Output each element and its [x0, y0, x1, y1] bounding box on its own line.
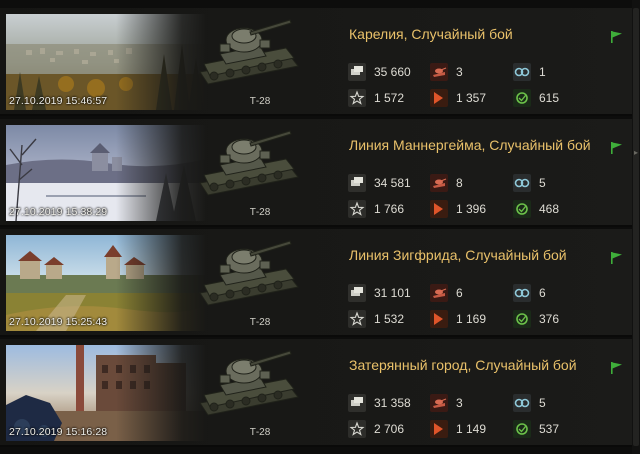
spotted-value: 5 [539, 176, 546, 190]
tank-name: Т-28 [249, 96, 271, 107]
damage-value: 1 169 [456, 312, 487, 326]
map-thumbnail: 27.10.2019 15:25:43 [6, 235, 206, 331]
spotted-value: 5 [539, 396, 546, 410]
credits-value: 31 101 [374, 286, 411, 300]
assist-icon [513, 89, 531, 107]
assist-value: 376 [539, 312, 560, 326]
damage-value: 1 149 [456, 422, 487, 436]
spotted-icon [513, 174, 531, 192]
tank-name: Т-28 [249, 317, 271, 328]
damage-icon [430, 200, 448, 218]
battle-title: Карелия, Случайный бой [349, 26, 513, 42]
tank-name: Т-28 [249, 427, 271, 438]
battle-datetime: 27.10.2019 15:38:29 [9, 206, 108, 218]
battle-datetime: 27.10.2019 15:25:43 [9, 316, 108, 328]
battle-row[interactable]: 27.10.2019 15:25:43 Т-28 Линия Зигфрида,… [0, 229, 632, 337]
battle-title: Затерянный город, Случайный бой [349, 357, 577, 373]
battle-list: 27.10.2019 15:46:57 Т-28 Карелия, Случай… [0, 0, 632, 454]
xp-value: 1 532 [374, 312, 405, 326]
tank-icon [199, 19, 299, 85]
assist-icon [513, 200, 531, 218]
battle-title: Линия Зигфрида, Случайный бой [349, 247, 567, 263]
tank-destroyed-icon [430, 63, 448, 81]
assist-icon [513, 310, 531, 328]
credits-value: 34 581 [374, 176, 411, 190]
spotted-icon [513, 63, 531, 81]
battle-row[interactable]: 27.10.2019 15:46:57 Т-28 Карелия, Случай… [0, 8, 632, 116]
flag-icon [611, 252, 622, 264]
kills-value: 8 [456, 176, 463, 190]
battle-datetime: 27.10.2019 15:16:28 [9, 426, 108, 438]
spotted-value: 6 [539, 286, 546, 300]
map-thumbnail: 27.10.2019 15:38:29 [6, 125, 206, 221]
damage-value: 1 396 [456, 202, 487, 216]
star-icon [348, 310, 366, 328]
battle-row[interactable]: 27.10.2019 15:38:29 Т-28 Линия Маннергей… [0, 119, 632, 227]
xp-value: 2 706 [374, 422, 405, 436]
spotted-icon [513, 394, 531, 412]
damage-icon [430, 89, 448, 107]
spotted-value: 1 [539, 65, 546, 79]
flag-icon [611, 362, 622, 374]
damage-icon [430, 420, 448, 438]
damage-icon [430, 310, 448, 328]
scrollbar-thumb[interactable] [633, 8, 639, 446]
credits-icon [348, 284, 366, 302]
credits-icon [348, 63, 366, 81]
battle-title: Линия Маннергейма, Случайный бой [349, 137, 591, 153]
battle-datetime: 27.10.2019 15:46:57 [9, 95, 108, 107]
star-icon [348, 200, 366, 218]
flag-icon [611, 31, 622, 43]
tank-name: Т-28 [249, 207, 271, 218]
damage-value: 1 357 [456, 91, 487, 105]
assist-value: 615 [539, 91, 560, 105]
assist-icon [513, 420, 531, 438]
tank-destroyed-icon [430, 284, 448, 302]
tank-icon [199, 130, 299, 196]
tank-destroyed-icon [430, 394, 448, 412]
star-icon [348, 420, 366, 438]
tank-icon [199, 350, 299, 416]
spotted-icon [513, 284, 531, 302]
map-thumbnail: 27.10.2019 15:16:28 [6, 345, 206, 441]
flag-icon [611, 142, 622, 154]
scroll-handle-icon[interactable]: ▸ [633, 148, 639, 158]
assist-value: 468 [539, 202, 560, 216]
battle-row[interactable]: 27.10.2019 15:16:28 Т-28 Затерянный горо… [0, 339, 632, 447]
credits-icon [348, 394, 366, 412]
tank-icon [199, 240, 299, 306]
credits-value: 35 660 [374, 65, 411, 79]
credits-value: 31 358 [374, 396, 411, 410]
tank-destroyed-icon [430, 174, 448, 192]
assist-value: 537 [539, 422, 560, 436]
map-thumbnail: 27.10.2019 15:46:57 [6, 14, 206, 110]
credits-icon [348, 174, 366, 192]
kills-value: 3 [456, 396, 463, 410]
kills-value: 3 [456, 65, 463, 79]
kills-value: 6 [456, 286, 463, 300]
star-icon [348, 89, 366, 107]
xp-value: 1 766 [374, 202, 405, 216]
xp-value: 1 572 [374, 91, 405, 105]
